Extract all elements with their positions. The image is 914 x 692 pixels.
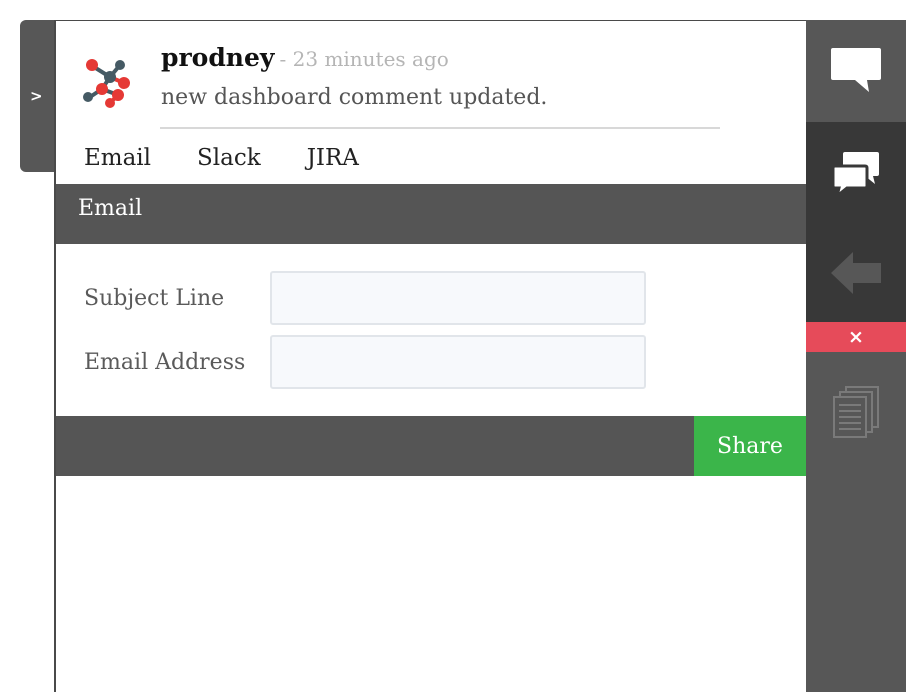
documents-button[interactable]: [806, 352, 906, 470]
comment-timestamp: - 23 minutes ago: [279, 47, 449, 71]
tab-email[interactable]: Email: [84, 145, 151, 171]
right-sidebar: ×: [806, 20, 906, 692]
tab-jira[interactable]: JIRA: [307, 145, 359, 171]
comment-author-line: prodney - 23 minutes ago: [161, 43, 449, 72]
section-title: Email: [78, 196, 143, 221]
subject-row: Subject Line: [84, 271, 646, 325]
divider: [160, 127, 720, 129]
back-button[interactable]: [806, 224, 906, 322]
subject-label: Subject Line: [84, 285, 225, 311]
comment-username[interactable]: prodney: [161, 43, 274, 72]
comment-header: prodney - 23 minutes ago new dashboard c…: [56, 21, 806, 141]
email-label: Email Address: [84, 349, 246, 375]
share-button[interactable]: Share: [694, 416, 806, 476]
subject-input[interactable]: [270, 271, 646, 325]
close-icon: ×: [848, 326, 864, 348]
close-button[interactable]: ×: [806, 322, 906, 352]
comment-icon: [831, 48, 881, 92]
email-row: Email Address: [84, 335, 646, 389]
sidebar-toggle-button[interactable]: >: [20, 20, 56, 172]
discussion-icon: [831, 152, 879, 198]
action-bar: Share: [56, 416, 806, 476]
discussion-button[interactable]: [806, 122, 906, 224]
app-logo: [83, 59, 130, 108]
back-arrow-icon: [831, 252, 881, 294]
comment-text: new dashboard comment updated.: [161, 85, 548, 110]
comment-button[interactable]: [806, 20, 906, 122]
email-input[interactable]: [270, 335, 646, 389]
share-tabs: Email Slack JIRA: [84, 145, 359, 171]
documents-icon: [833, 386, 879, 438]
share-panel: prodney - 23 minutes ago new dashboard c…: [54, 20, 806, 692]
section-header: Email: [56, 184, 806, 244]
tab-slack[interactable]: Slack: [197, 145, 261, 171]
toggle-label: >: [30, 87, 43, 105]
